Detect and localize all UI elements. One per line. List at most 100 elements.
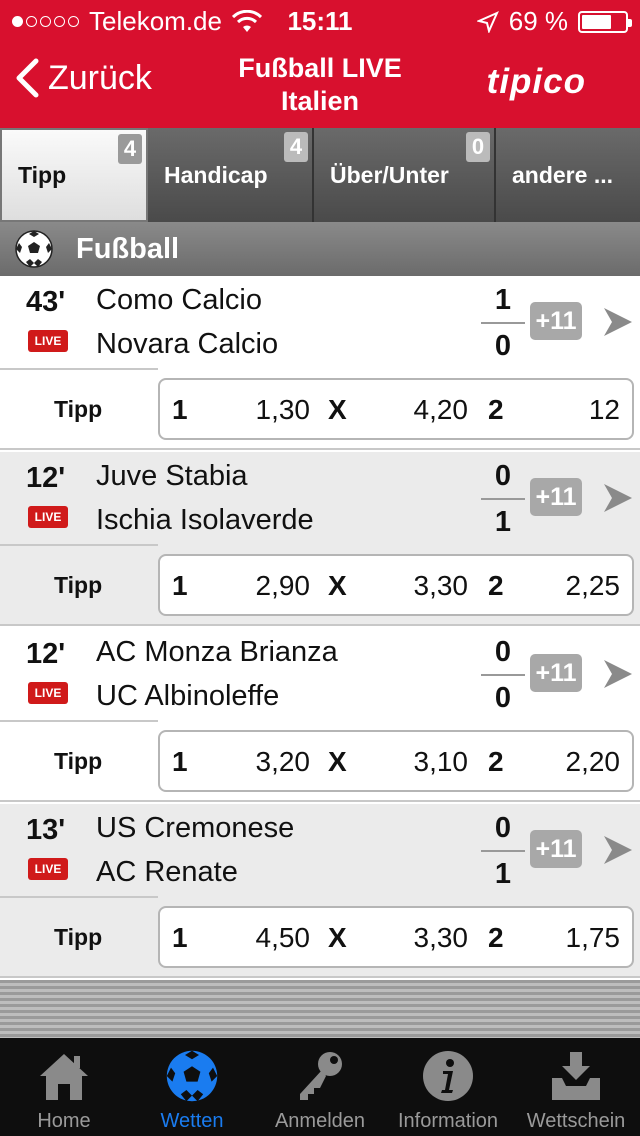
bet-type-label: Tipp xyxy=(54,748,103,774)
match-minute: 13' xyxy=(26,814,66,846)
odds-home[interactable]: 4,50 xyxy=(256,922,311,954)
tab-handicap[interactable]: Handicap 4 xyxy=(148,128,314,222)
chevron-right-icon[interactable] xyxy=(598,478,638,518)
odds-home-label: 1 xyxy=(172,746,188,777)
bottom-tab-bar: Home Wetten Anmelden Information Wettsch… xyxy=(0,1038,640,1136)
page-title-line1: Fußball LIVE xyxy=(238,53,402,83)
chevron-right-icon[interactable] xyxy=(598,830,638,870)
match-minute: 12' xyxy=(26,462,66,494)
page-title-line2: Italien xyxy=(280,86,360,116)
away-team: AC Renate xyxy=(96,856,238,888)
tab-label: andere ... xyxy=(512,161,613,188)
odds-draw-label: X xyxy=(328,922,347,953)
home-team: AC Monza Brianza xyxy=(96,636,338,668)
match-row[interactable]: 12' LIVE Juve Stabia Ischia Isolaverde 0… xyxy=(0,452,640,626)
odds-draw[interactable]: 3,30 xyxy=(414,570,469,602)
odds-draw-label: X xyxy=(328,746,347,777)
tabbar-anmelden[interactable]: Anmelden xyxy=(256,1038,384,1136)
odds-box: 1 4,50 X 3,30 2 1,75 xyxy=(158,906,634,968)
live-badge: LIVE xyxy=(28,506,68,528)
tabbar-label: Anmelden xyxy=(274,1110,366,1132)
page-title: Fußball LIVE Italien xyxy=(180,52,460,118)
match-row[interactable]: 12' LIVE AC Monza Brianza UC Albinoleffe… xyxy=(0,628,640,802)
score-divider xyxy=(481,498,525,500)
match-row[interactable]: 13' LIVE US Cremonese AC Renate 0 1 +11 … xyxy=(0,804,640,978)
odds-away-label: 2 xyxy=(488,922,504,953)
tab-tipp[interactable]: Tipp 4 xyxy=(0,128,148,222)
odds-home[interactable]: 1,30 xyxy=(256,394,311,426)
odds-box: 1 2,90 X 3,30 2 2,25 xyxy=(158,554,634,616)
odds-draw[interactable]: 3,10 xyxy=(414,746,469,778)
info-icon xyxy=(423,1051,473,1101)
odds-away-label: 2 xyxy=(488,570,504,601)
odds-draw-label: X xyxy=(328,394,347,425)
odds-home-label: 1 xyxy=(172,394,188,425)
tab-label: Tipp xyxy=(18,161,67,188)
tab-andere[interactable]: andere ... xyxy=(496,128,640,222)
odds-home[interactable]: 3,20 xyxy=(256,746,311,778)
score-divider xyxy=(481,674,525,676)
more-bets-button[interactable]: +11 xyxy=(530,478,582,516)
tab-count-badge: 4 xyxy=(284,132,308,162)
tabbar-label: Information xyxy=(397,1110,499,1132)
bet-type-label: Tipp xyxy=(54,572,103,598)
home-team: US Cremonese xyxy=(96,812,295,844)
away-team: Ischia Isolaverde xyxy=(96,504,314,536)
odds-away[interactable]: 12 xyxy=(589,394,620,426)
list-footer-filler xyxy=(0,980,640,1038)
row-divider xyxy=(0,544,158,546)
score-divider xyxy=(481,322,525,324)
match-row[interactable]: 43' LIVE Como Calcio Novara Calcio 1 0 +… xyxy=(0,276,640,450)
tab-count-badge: 4 xyxy=(118,134,142,164)
tab-label: Über/Unter xyxy=(330,161,449,188)
home-team: Como Calcio xyxy=(96,284,262,316)
score-divider xyxy=(481,850,525,852)
more-bets-button[interactable]: +11 xyxy=(530,302,582,340)
tabbar-wettschein[interactable]: Wettschein xyxy=(512,1038,640,1136)
home-icon xyxy=(40,1054,88,1100)
odds-draw[interactable]: 3,30 xyxy=(414,922,469,954)
odds-home[interactable]: 2,90 xyxy=(256,570,311,602)
odds-away[interactable]: 2,25 xyxy=(566,570,621,602)
away-score: 0 xyxy=(494,330,512,362)
away-score: 0 xyxy=(494,682,512,714)
row-divider xyxy=(0,720,158,722)
chevron-left-icon xyxy=(16,58,39,98)
tabbar-home[interactable]: Home xyxy=(0,1038,128,1136)
more-bets-button[interactable]: +11 xyxy=(530,830,582,868)
more-bets-button[interactable]: +11 xyxy=(530,654,582,692)
download-tray-icon xyxy=(552,1052,600,1100)
odds-box: 1 3,20 X 3,10 2 2,20 xyxy=(158,730,634,792)
tabbar-label: Wettschein xyxy=(526,1110,626,1132)
tab-count-badge: 0 xyxy=(466,132,490,162)
tab-label: Handicap xyxy=(164,161,268,188)
tab-ueber-unter[interactable]: Über/Unter 0 xyxy=(314,128,496,222)
odds-home-label: 1 xyxy=(172,570,188,601)
bet-type-tabs: Tipp 4 Handicap 4 Über/Unter 0 andere ..… xyxy=(0,128,640,222)
tabbar-information[interactable]: Information xyxy=(384,1038,512,1136)
row-divider xyxy=(0,368,158,370)
odds-away-label: 2 xyxy=(488,394,504,425)
odds-away-label: 2 xyxy=(488,746,504,777)
chevron-right-icon[interactable] xyxy=(598,302,638,342)
status-right: 69 % xyxy=(476,6,632,37)
odds-draw-label: X xyxy=(328,570,347,601)
odds-draw[interactable]: 4,20 xyxy=(414,394,469,426)
bet-type-label: Tipp xyxy=(54,396,103,422)
section-header: Fußball xyxy=(0,222,640,276)
status-bar: Telekom.de 15:11 69 % xyxy=(0,0,640,40)
match-minute: 12' xyxy=(26,638,66,670)
odds-box: 1 1,30 X 4,20 2 12 xyxy=(158,378,634,440)
odds-away[interactable]: 1,75 xyxy=(566,922,621,954)
live-badge: LIVE xyxy=(28,858,68,880)
back-button[interactable]: Zurück xyxy=(14,58,152,98)
home-score: 0 xyxy=(494,812,512,844)
app-header: Telekom.de 15:11 69 % Zurück Fußball LIV… xyxy=(0,0,640,128)
soccer-ball-icon xyxy=(15,230,53,268)
tabbar-wetten[interactable]: Wetten xyxy=(128,1038,256,1136)
chevron-right-icon[interactable] xyxy=(598,654,638,694)
battery-level xyxy=(582,14,611,29)
odds-away[interactable]: 2,20 xyxy=(566,746,621,778)
battery-percent: 69 % xyxy=(508,6,568,36)
tipico-logo: tipico xyxy=(486,62,586,101)
